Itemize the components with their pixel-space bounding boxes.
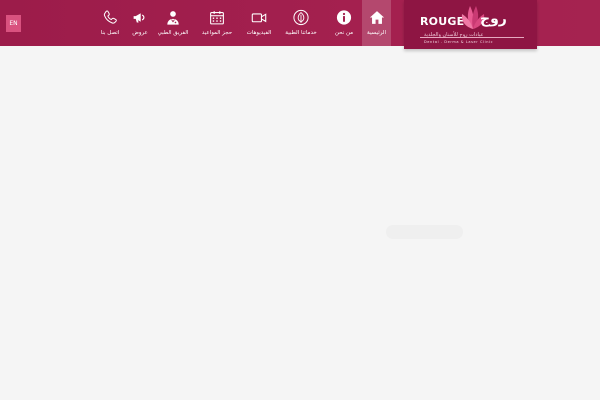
top-header: EN اتصل بنا عروض الفريق الطبي حجز المواع… [0, 0, 600, 49]
nav-label-offers: عروض [132, 30, 148, 36]
nav-label-about: من نحن [334, 30, 354, 36]
nav-item-videos[interactable]: الفيديوهات [244, 0, 274, 46]
info-icon [336, 9, 353, 26]
calendar-icon [209, 9, 226, 26]
nav-item-contact[interactable]: اتصل بنا [95, 0, 125, 46]
nav-item-appointments[interactable]: حجز المواعيد [202, 0, 232, 46]
nav-item-offers[interactable]: عروض [125, 0, 155, 46]
nav-item-medical-team[interactable]: الفريق الطبي [158, 0, 188, 46]
nav-label-medical-services: خدماتنا الطبية [285, 30, 317, 36]
language-switch-button[interactable]: EN [6, 15, 21, 32]
nav-item-about[interactable]: من نحن [329, 0, 359, 46]
brand-divider [420, 37, 524, 38]
nav-label-videos: الفيديوهات [246, 30, 272, 36]
megaphone-icon [132, 9, 149, 26]
nav-item-home[interactable]: الرئيسية [362, 0, 391, 46]
phone-icon [102, 9, 119, 26]
main-content [0, 46, 600, 400]
nav-label-appointments: حجز المواعيد [201, 30, 233, 36]
doctor-icon [165, 9, 182, 26]
home-icon [368, 9, 385, 26]
nav-label-contact: اتصل بنا [100, 30, 120, 36]
brand-name-latin: ROUGE [420, 15, 465, 28]
leaf-icon [293, 9, 310, 26]
nav-label-home: الرئيسية [367, 30, 386, 36]
loading-placeholder [386, 225, 463, 239]
brand-tagline: Dental . Derma & Laser Clinic [424, 40, 494, 44]
nav-label-medical-team: الفريق الطبي [157, 30, 189, 36]
brand-name-arabic: روج [480, 11, 507, 27]
nav-item-medical-services[interactable]: خدماتنا الطبية [285, 0, 317, 46]
brand-logo[interactable]: ROUGE روج عيادات روج للأسنان والجلدية De… [404, 0, 537, 49]
video-icon [251, 9, 268, 26]
